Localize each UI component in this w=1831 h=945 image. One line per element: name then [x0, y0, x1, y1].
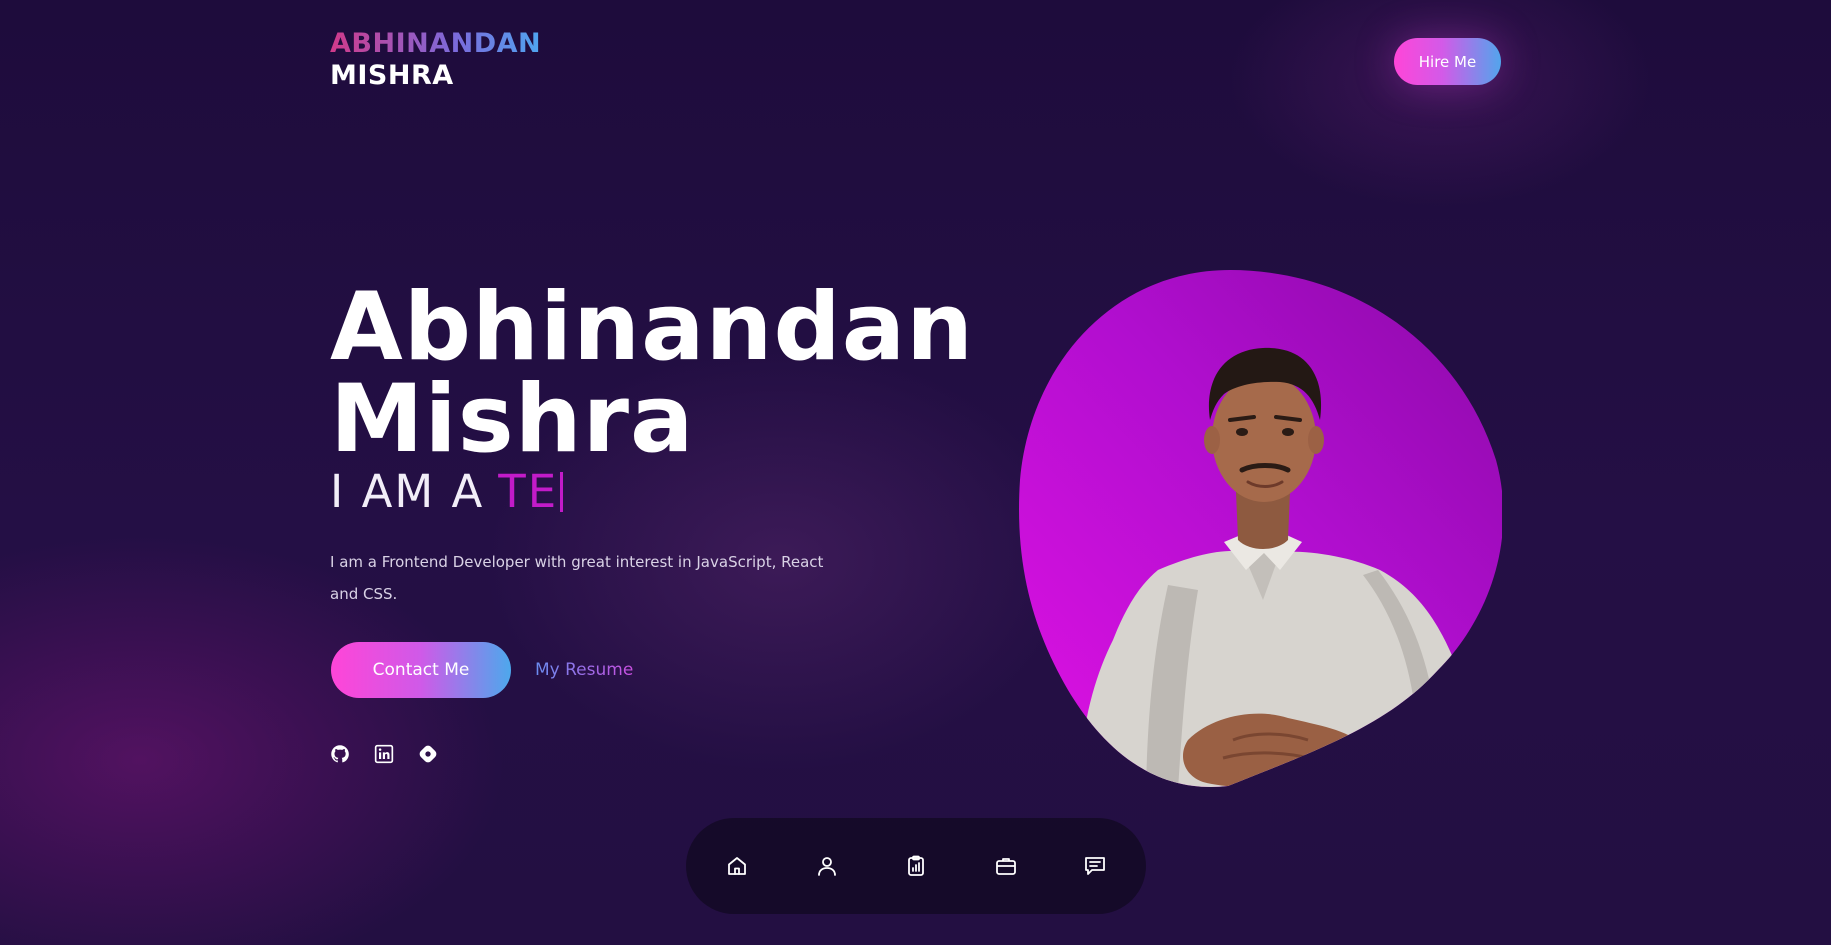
tagline-prefix: I AM A — [330, 465, 485, 518]
bottom-navigation — [686, 818, 1146, 914]
contact-me-button[interactable]: Contact Me — [331, 642, 511, 698]
hero-name-line2: Mishra — [330, 365, 695, 474]
briefcase-icon — [995, 858, 1016, 875]
hire-me-button[interactable]: Hire Me — [1394, 38, 1501, 85]
my-resume-link[interactable]: My Resume — [535, 656, 633, 684]
nav-skills[interactable] — [895, 845, 937, 887]
hashnode-icon — [419, 745, 437, 763]
typing-tagline: I AM A TE — [330, 465, 564, 518]
hashnode-link[interactable] — [418, 744, 438, 764]
intro-paragraph: I am a Frontend Developer with great int… — [330, 553, 824, 603]
typing-cursor — [560, 472, 564, 512]
hero-name-line1: Abhinandan — [330, 273, 975, 382]
nav-contact[interactable] — [1074, 845, 1116, 887]
linkedin-icon — [374, 744, 394, 764]
nav-projects[interactable] — [985, 845, 1027, 887]
hero-name: Abhinandan Mishra — [330, 273, 975, 474]
linkedin-link[interactable] — [374, 744, 394, 764]
nav-about[interactable] — [806, 845, 848, 887]
home-icon — [728, 857, 746, 875]
clipboard-chart-icon — [908, 855, 924, 876]
chat-icon — [1085, 857, 1105, 875]
portrait-illustration — [1019, 270, 1502, 787]
site-logo[interactable]: ABHINANDAN MISHRA — [330, 28, 541, 92]
logo-first-name: ABHINANDAN — [330, 28, 542, 59]
tagline-typed-text: TE — [498, 465, 559, 518]
user-icon — [817, 857, 836, 876]
github-icon — [331, 745, 349, 763]
social-links — [330, 744, 438, 764]
profile-portrait — [1018, 270, 1502, 788]
github-link[interactable] — [330, 744, 350, 764]
logo-last-name: MISHRA — [330, 60, 454, 91]
nav-home[interactable] — [716, 845, 758, 887]
